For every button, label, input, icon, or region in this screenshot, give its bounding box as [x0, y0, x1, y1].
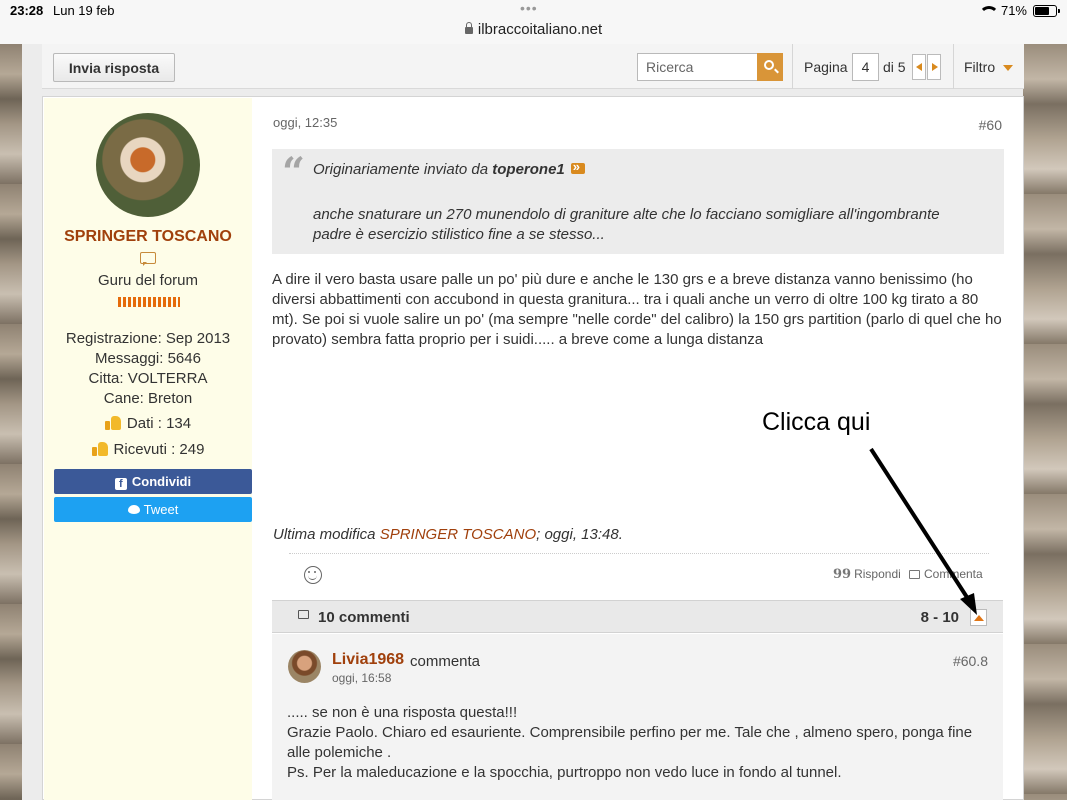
edit-time: ; oggi, 13:48. — [536, 526, 623, 543]
comment-verb: commenta — [410, 653, 481, 670]
toolbar-divider — [953, 44, 954, 89]
author-city: Citta: VOLTERRA — [88, 370, 208, 387]
reply-button[interactable]: Invia risposta — [53, 53, 175, 82]
thumbs-up-icon — [104, 416, 121, 430]
comment-line: ..... se non è una risposta questa!!! — [287, 704, 518, 721]
likes-received-label: Ricevuti : 249 — [113, 441, 205, 458]
view-quote-icon[interactable] — [570, 159, 585, 174]
facebook-share-label: Condividi — [131, 474, 192, 489]
avatar[interactable] — [96, 113, 200, 217]
multitasking-dots-icon[interactable]: ••• — [520, 0, 538, 16]
post-author-sidebar: SPRINGER TOSCANO Guru del forum Registra… — [44, 98, 252, 800]
lock-icon — [464, 22, 473, 34]
likes-given: Dati : 134 — [44, 414, 252, 432]
post-body: A dire il vero basta usare palle un po' … — [272, 271, 1002, 348]
chevron-down-icon[interactable] — [1003, 65, 1013, 71]
page-number-input[interactable] — [852, 53, 879, 81]
author-name[interactable]: SPRINGER TOSCANO — [44, 228, 252, 246]
quote-reply-icon: 99 — [833, 567, 852, 582]
quote-header: Originariamente inviato da toperone1 — [313, 159, 585, 178]
reputation-bar — [118, 297, 180, 307]
facebook-share-button[interactable]: f Condividi — [54, 469, 252, 494]
tweet-button[interactable]: Tweet — [54, 497, 252, 522]
comment-number-link[interactable]: #60.8 — [953, 653, 988, 669]
author-registration: Registrazione: Sep 2013 — [65, 330, 231, 347]
search-button[interactable] — [757, 53, 783, 81]
status-date: Lun 19 feb — [53, 3, 115, 18]
thread-toolbar: Invia risposta Pagina di 5 Filtro — [42, 44, 1024, 89]
prev-page-button[interactable] — [912, 54, 926, 80]
edit-prefix: Ultima modifica — [273, 526, 376, 543]
annotation-arrow-icon — [869, 447, 977, 615]
comments-count: 10 commenti — [318, 609, 410, 626]
pager-total: di 5 — [883, 59, 906, 75]
background-texture-right — [1023, 44, 1067, 800]
quote-text: anche snaturare un 270 munendolo di gran… — [313, 206, 940, 243]
likes-given-label: Dati : 134 — [126, 415, 192, 432]
comment-body: ..... se non è una risposta questa!!! Gr… — [287, 703, 987, 783]
toolbar-divider — [792, 44, 793, 89]
quote-prefix: Originariamente inviato da — [313, 161, 489, 178]
battery-percent: 71% — [1000, 3, 1027, 18]
filter-dropdown[interactable]: Filtro — [964, 59, 995, 75]
address-bar[interactable]: ilbraccoitaliano.net — [0, 21, 1067, 38]
private-message-icon[interactable] — [140, 252, 156, 266]
author-rank: Guru del forum — [97, 272, 199, 289]
background-texture-left — [0, 44, 22, 800]
reaction-smiley-icon[interactable] — [304, 566, 322, 584]
battery-icon — [1033, 4, 1060, 17]
quote-block: “ Originariamente inviato da toperone1 a… — [272, 149, 1004, 254]
ios-status-bar: 23:28 Lun 19 feb ••• ilbraccoitaliano.ne… — [0, 0, 1067, 44]
quote-author: toperone1 — [492, 161, 565, 178]
comment-line: Grazie Paolo. Chiaro ed esauriente. Comp… — [287, 724, 973, 761]
next-page-button[interactable] — [927, 54, 941, 80]
post-date: oggi, 12:35 — [273, 115, 338, 130]
edit-user-link[interactable]: SPRINGER TOSCANO — [380, 526, 536, 543]
quote-icon: “ — [282, 149, 306, 196]
comment-item: Livia1968 commenta oggi, 16:58 #60.8 ...… — [272, 634, 1003, 800]
comment-time: oggi, 16:58 — [332, 671, 392, 685]
status-indicators: 71% — [978, 3, 1060, 18]
edit-note: Ultima modifica SPRINGER TOSCANO; oggi, … — [273, 526, 623, 543]
author-messages: Messaggi: 5646 — [95, 350, 201, 367]
status-time: 23:28 — [10, 3, 44, 18]
avatar[interactable] — [288, 650, 321, 683]
search-icon — [764, 60, 774, 70]
address-url: ilbraccoitaliano.net — [477, 21, 603, 38]
search-input[interactable] — [637, 53, 758, 81]
thumbs-up-icon — [91, 442, 108, 456]
pager-label: Pagina — [804, 59, 848, 75]
annotation-label: Clicca qui — [762, 408, 871, 436]
facebook-icon: f — [114, 478, 127, 490]
tweet-label: Tweet — [143, 502, 179, 517]
comment-author[interactable]: Livia1968 — [332, 651, 404, 669]
comments-icon — [298, 610, 309, 619]
wifi-icon — [978, 5, 999, 16]
twitter-icon — [127, 505, 140, 514]
author-dog: Cane: Breton — [103, 390, 193, 407]
post-number-link[interactable]: #60 — [979, 117, 1002, 133]
comment-line: Ps. Per la maleducazione e la spocchia, … — [287, 764, 842, 781]
likes-received: Ricevuti : 249 — [44, 440, 252, 458]
